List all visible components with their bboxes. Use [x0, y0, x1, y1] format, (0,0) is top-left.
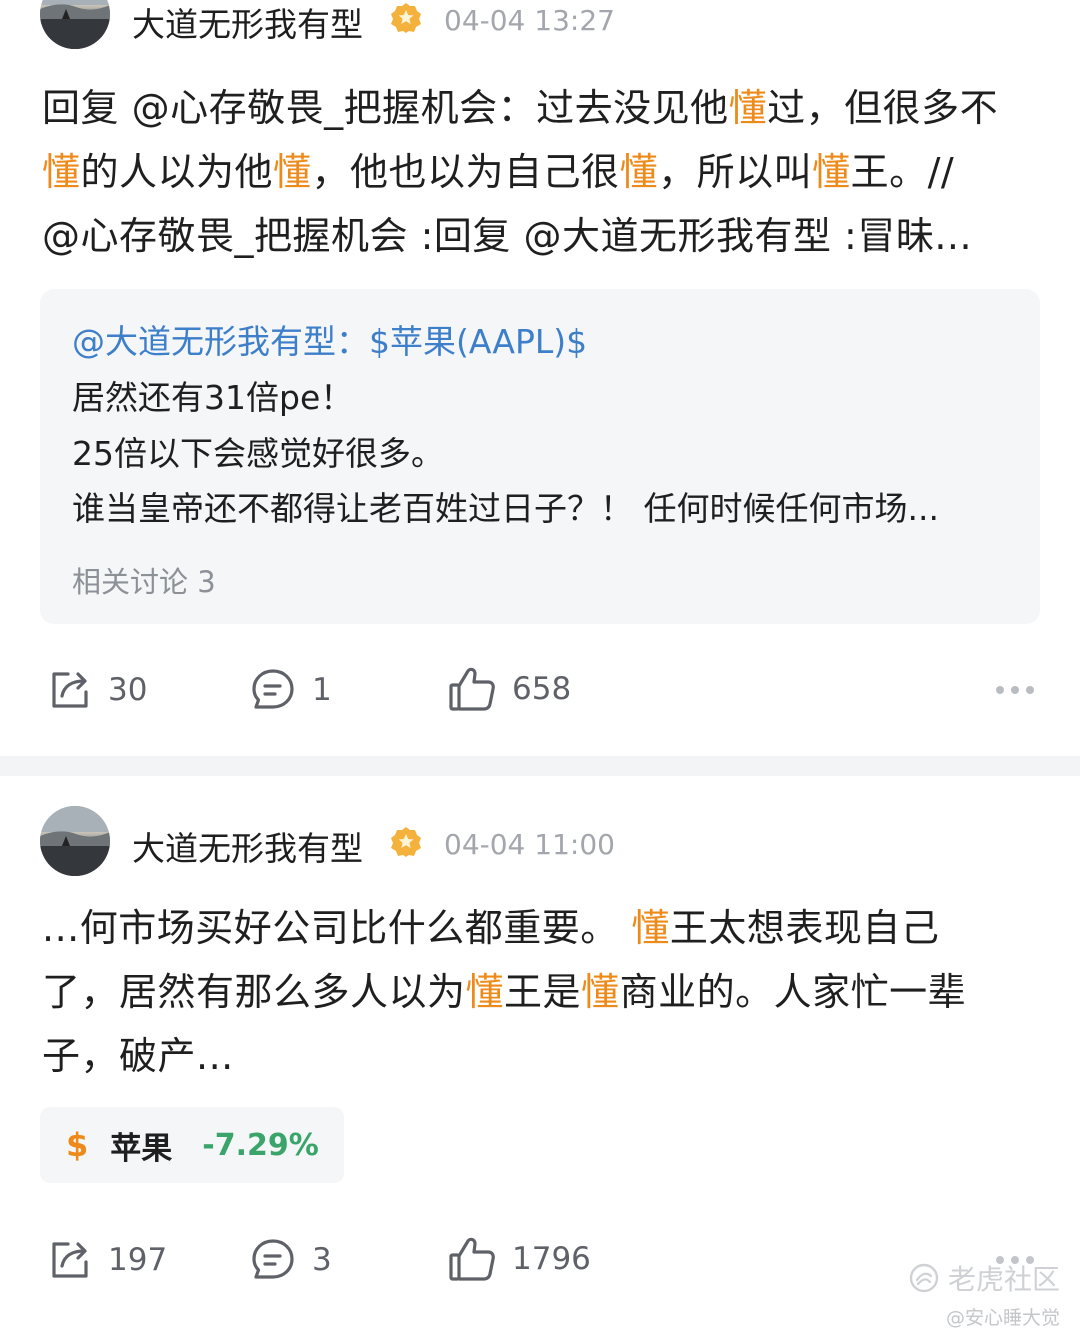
post-divider: [0, 756, 1080, 776]
share-icon: [52, 1242, 88, 1278]
body-text-segment: 过，但很多不: [767, 86, 999, 130]
quoted-post-line: 居然还有31倍pe！: [72, 378, 354, 417]
quoted-post-line: 谁当皇帝还不都得让老百姓过日子？！ 任何时候任何市场...: [72, 489, 939, 528]
author-name[interactable]: 大道无形我有型: [132, 822, 363, 870]
highlighted-keyword: 懂: [42, 150, 81, 194]
share-button[interactable]: 197: [48, 1235, 167, 1285]
more-icon[interactable]: [995, 684, 1035, 696]
verified-badge-icon: [391, 3, 421, 33]
body-line: 懂的人以为他懂，他也以为自己很懂，所以叫懂王。//: [42, 140, 1042, 204]
body-line: @心存敬畏_把握机会 :回复 @大道无形我有型 :冒昧...: [42, 204, 1042, 268]
body-text-segment: 王是: [504, 970, 582, 1014]
watermark-logo-text: 老虎社区: [947, 1263, 1060, 1296]
body-text-segment: 王太想表现自己: [669, 906, 940, 950]
body-text-segment: 回复 @心存敬畏_把握机会：过去没见他: [42, 86, 729, 130]
like-icon: [449, 1237, 495, 1281]
quoted-post-title[interactable]: @大道无形我有型：$苹果(AAPL)$: [72, 315, 587, 363]
body-line: 了，居然有那么多人以为懂王是懂商业的。人家忙一辈: [42, 960, 1042, 1024]
like-button[interactable]: 658: [448, 664, 571, 714]
body-text-segment: ，所以叫: [658, 150, 813, 194]
like-count: 658: [512, 671, 572, 707]
avatar[interactable]: [40, 0, 110, 49]
watermark: 老虎社区: [908, 1258, 1060, 1298]
comment-count: 3: [312, 1242, 332, 1278]
comment-icon: [252, 1239, 294, 1279]
post-card[interactable]: 大道无形我有型 04-04 13:27 回复 @心存敬畏_把握机会：过去没见他懂…: [0, 0, 1080, 756]
comment-count: 1: [312, 672, 332, 708]
watermark-user: @安心睡大觉: [945, 1307, 1060, 1329]
like-icon: [449, 667, 495, 711]
share-count: 197: [108, 1242, 168, 1278]
comment-button[interactable]: 3: [250, 1235, 332, 1285]
highlighted-keyword: 懂: [619, 150, 659, 194]
body-text-segment: 了，居然有那么多人以为: [42, 970, 466, 1014]
body-text-segment: 的人以为他: [80, 150, 274, 194]
post-body[interactable]: ...何市场买好公司比什么都重要。 懂王太想表现自己 了，居然有那么多人以为懂王…: [42, 896, 1042, 1088]
body-line: 子，破产...: [42, 1024, 1042, 1088]
verified-badge-icon: [391, 827, 421, 857]
like-button[interactable]: 1796: [448, 1234, 591, 1284]
stock-name: 苹果: [110, 1130, 173, 1167]
dollar-icon: $: [66, 1126, 89, 1164]
stock-change: -7.29%: [202, 1127, 319, 1163]
highlighted-keyword: 懂: [812, 150, 851, 194]
stock-tag[interactable]: $ 苹果 -7.29%: [40, 1107, 344, 1183]
highlighted-keyword: 懂: [581, 970, 620, 1014]
body-text-segment: 商业的。人家忙一辈: [619, 970, 967, 1014]
body-text-segment: ，他也以为自己很: [311, 150, 620, 194]
highlighted-keyword: 懂: [631, 906, 670, 950]
related-discussions-link[interactable]: 相关讨论 3: [72, 559, 216, 601]
body-text-segment: @心存敬畏_把握机会 :回复 @大道无形我有型 :冒昧...: [42, 214, 973, 258]
body-text-segment: 子，破产...: [42, 1034, 234, 1078]
body-text-segment: 王。//: [850, 150, 955, 194]
highlighted-keyword: 懂: [465, 970, 505, 1014]
author-name[interactable]: 大道无形我有型: [132, 0, 363, 46]
quoted-post-card[interactable]: @大道无形我有型：$苹果(AAPL)$ 居然还有31倍pe！ 25倍以下会感觉好…: [40, 289, 1040, 624]
share-icon: [52, 672, 88, 708]
post-time: 04-04 11:00: [444, 828, 615, 861]
comment-button[interactable]: 1: [250, 665, 332, 715]
body-line: 回复 @心存敬畏_把握机会：过去没见他懂过，但很多不: [42, 76, 1042, 140]
comment-icon: [252, 669, 294, 709]
tiger-logo-icon: [909, 1263, 939, 1293]
quoted-post-line: 25倍以下会感觉好很多。: [72, 434, 444, 473]
like-count: 1796: [512, 1241, 591, 1277]
share-button[interactable]: 30: [48, 665, 147, 715]
share-count: 30: [108, 672, 148, 708]
post-body[interactable]: 回复 @心存敬畏_把握机会：过去没见他懂过，但很多不 懂的人以为他懂，他也以为自…: [42, 76, 1042, 268]
body-text-segment: ...何市场买好公司比什么都重要。: [42, 906, 632, 950]
avatar[interactable]: [40, 806, 110, 876]
highlighted-keyword: 懂: [273, 150, 312, 194]
post-time: 04-04 13:27: [444, 4, 615, 37]
highlighted-keyword: 懂: [728, 86, 768, 130]
body-line: ...何市场买好公司比什么都重要。 懂王太想表现自己: [42, 896, 1042, 960]
